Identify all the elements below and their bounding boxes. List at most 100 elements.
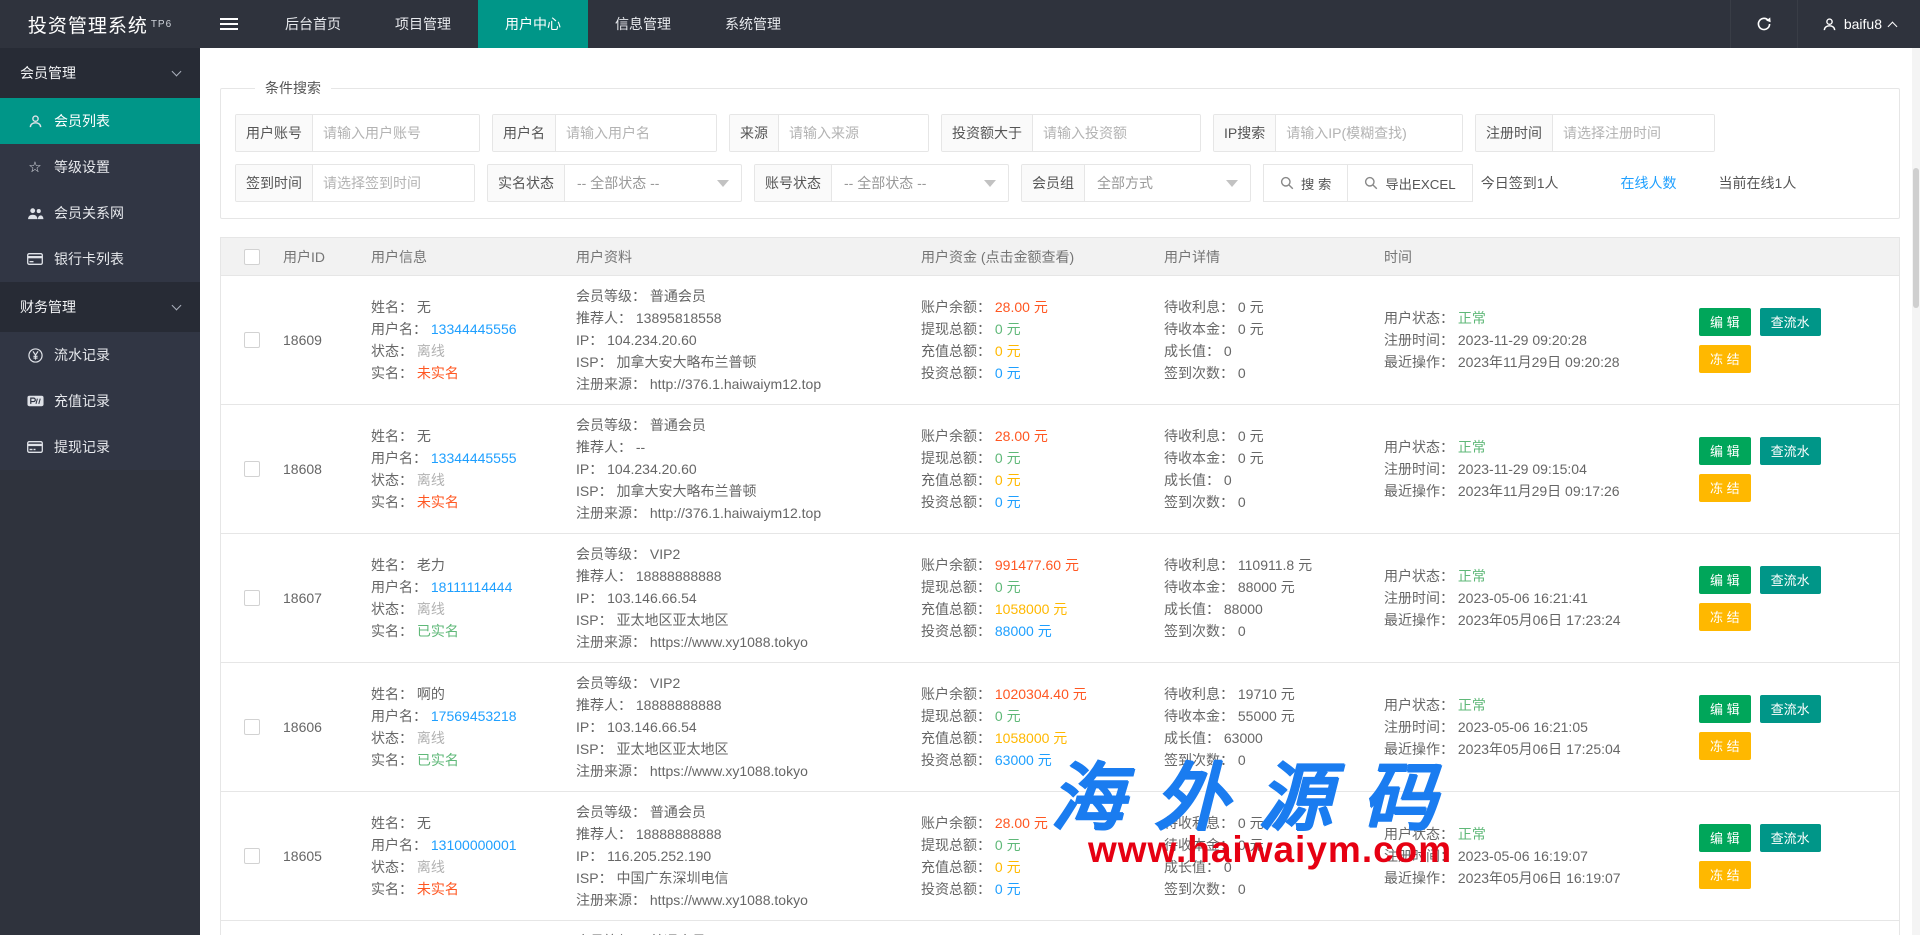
ip-input[interactable] [1276, 115, 1462, 151]
row-checkbox[interactable] [244, 332, 260, 348]
edit-button[interactable]: 编 辑 [1699, 824, 1751, 852]
sidebar-group-member[interactable]: 会员管理 [0, 48, 200, 98]
source-value: https://www.xy1088.tokyo [650, 892, 808, 908]
search-button[interactable]: 搜 索 [1263, 164, 1348, 202]
user-status-value: 正常 [1458, 826, 1486, 842]
registered-label: 注册时间： [1384, 590, 1458, 606]
account-input[interactable] [313, 115, 479, 151]
recharge-value[interactable]: 0 元 [995, 472, 1021, 488]
username-link[interactable]: 17569453218 [431, 708, 517, 724]
filter-row-1: 用户账号 用户名 来源 投资额大于 IP搜索 注册时间 [235, 114, 1885, 152]
edit-button[interactable]: 编 辑 [1699, 566, 1751, 594]
export-excel-button[interactable]: 导出EXCEL [1347, 164, 1472, 202]
interest-label: 待收利息： [1164, 815, 1238, 831]
edit-button[interactable]: 编 辑 [1699, 695, 1751, 723]
row-checkbox[interactable] [244, 719, 260, 735]
sidebar-item-withdraw-records[interactable]: 提现记录 [0, 424, 200, 470]
row-checkbox[interactable] [244, 848, 260, 864]
withdraw-value[interactable]: 0 元 [995, 579, 1021, 595]
principal-value: 0 元 [1238, 321, 1264, 337]
select-all-checkbox[interactable] [244, 249, 260, 265]
user-menu[interactable]: baifu8 [1797, 0, 1920, 48]
username-link[interactable]: 13100000001 [431, 837, 517, 853]
invest-value[interactable]: 88000 元 [995, 623, 1052, 639]
realname-value: 未实名 [417, 881, 459, 897]
account-status-select[interactable]: -- 全部状态 -- [832, 165, 1008, 201]
withdraw-value[interactable]: 0 元 [995, 321, 1021, 337]
recharge-value[interactable]: 1058000 元 [995, 730, 1067, 746]
recharge-value[interactable]: 1058000 元 [995, 601, 1067, 617]
top-nav-tab[interactable]: 系统管理 [698, 0, 808, 48]
name-value: 无 [417, 428, 431, 444]
row-checkbox[interactable] [244, 590, 260, 606]
user-profile-cell: 会员等级： VIP2 推荐人： 18888888888 IP： 103.146.… [576, 663, 921, 791]
balance-value[interactable]: 28.00 元 [995, 299, 1048, 315]
invest-value[interactable]: 0 元 [995, 365, 1021, 381]
invest-value[interactable]: 0 元 [995, 494, 1021, 510]
freeze-button[interactable]: 冻 结 [1699, 732, 1751, 760]
freeze-button[interactable]: 冻 结 [1699, 474, 1751, 502]
member-group-select[interactable]: 全部方式 [1085, 165, 1250, 201]
balance-value[interactable]: 1020304.40 元 [995, 686, 1087, 702]
top-nav-tab[interactable]: 用户中心 [478, 0, 588, 48]
username-input[interactable] [556, 115, 716, 151]
view-flow-button[interactable]: 查流水 [1760, 308, 1821, 336]
search-panel: 条件搜索 用户账号 用户名 来源 投资额大于 IP搜索 [220, 78, 1900, 219]
growth-label: 成长值： [1164, 343, 1224, 359]
top-nav-tab[interactable]: 信息管理 [588, 0, 698, 48]
sidebar-item-member-network[interactable]: 会员关系网 [0, 190, 200, 236]
online-count-link[interactable]: 在线人数 [1621, 173, 1677, 193]
withdraw-value[interactable]: 0 元 [995, 837, 1021, 853]
freeze-button[interactable]: 冻 结 [1699, 861, 1751, 889]
sidebar-item-member-list[interactable]: 会员列表 [0, 98, 200, 144]
invest-value[interactable]: 0 元 [995, 881, 1021, 897]
level-value: VIP2 [650, 546, 680, 562]
edit-button[interactable]: 编 辑 [1699, 437, 1751, 465]
register-time-input[interactable] [1553, 115, 1714, 151]
top-nav-tab[interactable]: 项目管理 [368, 0, 478, 48]
invest-amount-input[interactable] [1033, 115, 1200, 151]
source-input[interactable] [779, 115, 928, 151]
balance-value[interactable]: 991477.60 元 [995, 557, 1079, 573]
username-link[interactable]: 13344445555 [431, 450, 517, 466]
recharge-value[interactable]: 0 元 [995, 343, 1021, 359]
user-info-cell: 姓名： 无 用户名： 15764342580 状态： 离线 实名： 未实名 [371, 921, 576, 935]
view-flow-button[interactable]: 查流水 [1760, 824, 1821, 852]
last-op-label: 最近操作： [1384, 354, 1458, 370]
view-flow-button[interactable]: 查流水 [1760, 566, 1821, 594]
refresh-button[interactable] [1730, 0, 1797, 48]
view-flow-button[interactable]: 查流水 [1760, 437, 1821, 465]
referrer-value: 18888888888 [636, 568, 722, 584]
invest-value[interactable]: 63000 元 [995, 752, 1052, 768]
recharge-value[interactable]: 0 元 [995, 859, 1021, 875]
sidebar-item-bank-cards[interactable]: 银行卡列表 [0, 236, 200, 282]
sidebar-item-recharge-records[interactable]: 充值记录 [0, 378, 200, 424]
edit-button[interactable]: 编 辑 [1699, 308, 1751, 336]
withdraw-value[interactable]: 0 元 [995, 450, 1021, 466]
username-link[interactable]: 13344445556 [431, 321, 517, 337]
freeze-button[interactable]: 冻 结 [1699, 345, 1751, 373]
sidebar-group-finance[interactable]: 财务管理 [0, 282, 200, 332]
freeze-button[interactable]: 冻 结 [1699, 603, 1751, 631]
menu-toggle-icon[interactable] [200, 0, 258, 48]
filter-label: 会员组 [1022, 165, 1085, 201]
row-checkbox[interactable] [244, 461, 260, 477]
top-nav-tab[interactable]: 后台首页 [258, 0, 368, 48]
signin-time-input[interactable] [313, 165, 474, 201]
withdraw-value[interactable]: 0 元 [995, 708, 1021, 724]
sidebar-group-label: 财务管理 [20, 297, 76, 317]
balance-value[interactable]: 28.00 元 [995, 428, 1048, 444]
sidebar-item-flow-records[interactable]: 流水记录 [0, 332, 200, 378]
view-flow-button[interactable]: 查流水 [1760, 695, 1821, 723]
signin-value: 0 [1238, 623, 1246, 639]
balance-value[interactable]: 28.00 元 [995, 815, 1048, 831]
signin-label: 签到次数： [1164, 752, 1238, 768]
chevron-down-icon [172, 301, 182, 311]
withdraw-label: 提现总额： [921, 708, 995, 724]
realname-status-select[interactable]: -- 全部状态 -- [565, 165, 741, 201]
user-info-cell: 姓名： 无 用户名： 13100000001 状态： 离线 实名： 未实名 [371, 792, 576, 920]
balance-label: 账户余额： [921, 428, 995, 444]
username-link[interactable]: 18111114444 [431, 579, 513, 595]
sidebar-item-level-settings[interactable]: ☆ 等级设置 [0, 144, 200, 190]
scrollbar-thumb[interactable] [1913, 168, 1919, 308]
